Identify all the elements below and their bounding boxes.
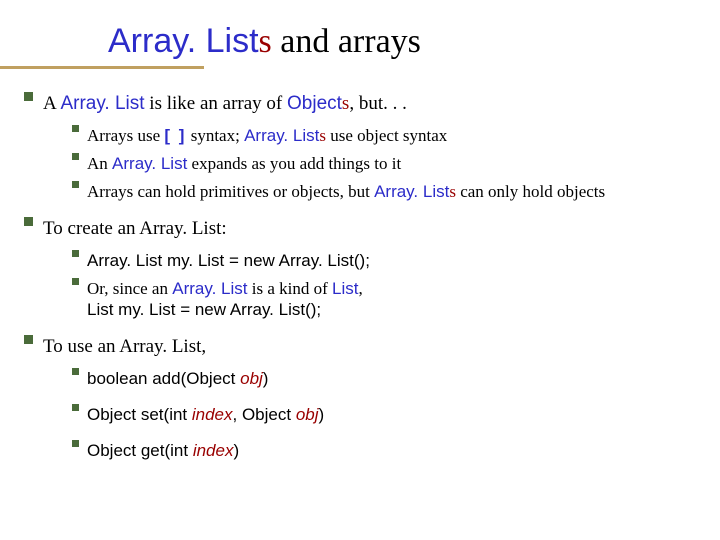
square-bullet-icon [72,250,79,257]
square-bullet-icon [24,335,33,344]
point-1-sub: Arrays use [ ] syntax; Array. Lists use … [72,125,700,202]
slide-title: Array. Lists and arrays [108,22,421,61]
t-cls: Array. List [112,154,187,173]
point-2-text: To create an Array. List: [43,217,700,241]
t: use object syntax [326,126,447,145]
square-bullet-icon [72,181,79,188]
t-cls: Array. List [60,93,144,114]
t: s [319,126,326,145]
t-brackets: [ ] [164,126,186,145]
square-bullet-icon [24,92,33,101]
sub-text: boolean add(Object obj) [87,368,700,390]
t-cls: Array. List [172,279,247,298]
square-bullet-icon [72,125,79,132]
t: is like an array of [145,93,287,114]
sub-text: An Array. List expands as you add things… [87,153,700,175]
title-underline [0,66,204,69]
point-3-text: To use an Array. List, [43,335,700,359]
t: can only hold objects [456,182,605,201]
t-param: index [193,441,234,460]
square-bullet-icon [24,217,33,226]
t: Object set(int [87,405,192,424]
sub-text: Or, since an Array. List is a kind of Li… [87,278,700,322]
point-3: To use an Array. List, [24,335,700,359]
title-plural: s [259,23,272,60]
sub-text: Object set(int index, Object obj) [87,404,700,426]
t-cls: Object [287,93,342,114]
sub-item: Array. List my. List = new Array. List()… [72,250,700,272]
t: Or, since an [87,279,172,298]
title-class: Array. List [108,22,259,60]
t: boolean add(Object [87,369,240,388]
t: Arrays can hold primitives or objects, b… [87,182,374,201]
t: s [449,182,456,201]
t: , [359,279,363,298]
t: is a kind of [248,279,333,298]
sub-item: An Array. List expands as you add things… [72,153,700,175]
t-cls: List [332,279,358,298]
sub-item: Or, since an Array. List is a kind of Li… [72,278,700,322]
point-2: To create an Array. List: [24,217,700,241]
t-cls: Array. List [244,126,319,145]
square-bullet-icon [72,404,79,411]
sub-text: Arrays can hold primitives or objects, b… [87,181,700,203]
square-bullet-icon [72,153,79,160]
t: ) [319,405,325,424]
t: , Object [233,405,296,424]
t-code: List my. List = new Array. List(); [87,300,321,319]
sub-item: Arrays use [ ] syntax; Array. Lists use … [72,125,700,147]
t: Object get(int [87,441,193,460]
t: , but. . . [349,93,407,114]
sub-text: Object get(int index) [87,440,700,462]
title-rest: and arrays [272,23,421,60]
t-cls: Array. List [374,182,449,201]
sub-item: Arrays can hold primitives or objects, b… [72,181,700,203]
sub-item: Object get(int index) [72,440,700,462]
t-param: index [192,405,233,424]
t: A [43,93,60,114]
t: Arrays use [87,126,164,145]
sub-item: Object set(int index, Object obj) [72,404,700,426]
sub-text: Array. List my. List = new Array. List()… [87,250,700,272]
point-1-text: A Array. List is like an array of Object… [43,92,700,116]
sub-text: Arrays use [ ] syntax; Array. Lists use … [87,125,700,147]
t-param: obj [296,405,319,424]
t: ) [233,441,239,460]
point-3-sub: boolean add(Object obj) Object set(int i… [72,368,700,461]
t: An [87,154,112,173]
t: ) [263,369,269,388]
point-2-sub: Array. List my. List = new Array. List()… [72,250,700,321]
square-bullet-icon [72,368,79,375]
square-bullet-icon [72,278,79,285]
t: expands as you add things to it [187,154,401,173]
sub-item: boolean add(Object obj) [72,368,700,390]
square-bullet-icon [72,440,79,447]
slide-body: A Array. List is like an array of Object… [24,92,700,468]
point-1: A Array. List is like an array of Object… [24,92,700,116]
t-param: obj [240,369,263,388]
t: syntax; [186,126,244,145]
